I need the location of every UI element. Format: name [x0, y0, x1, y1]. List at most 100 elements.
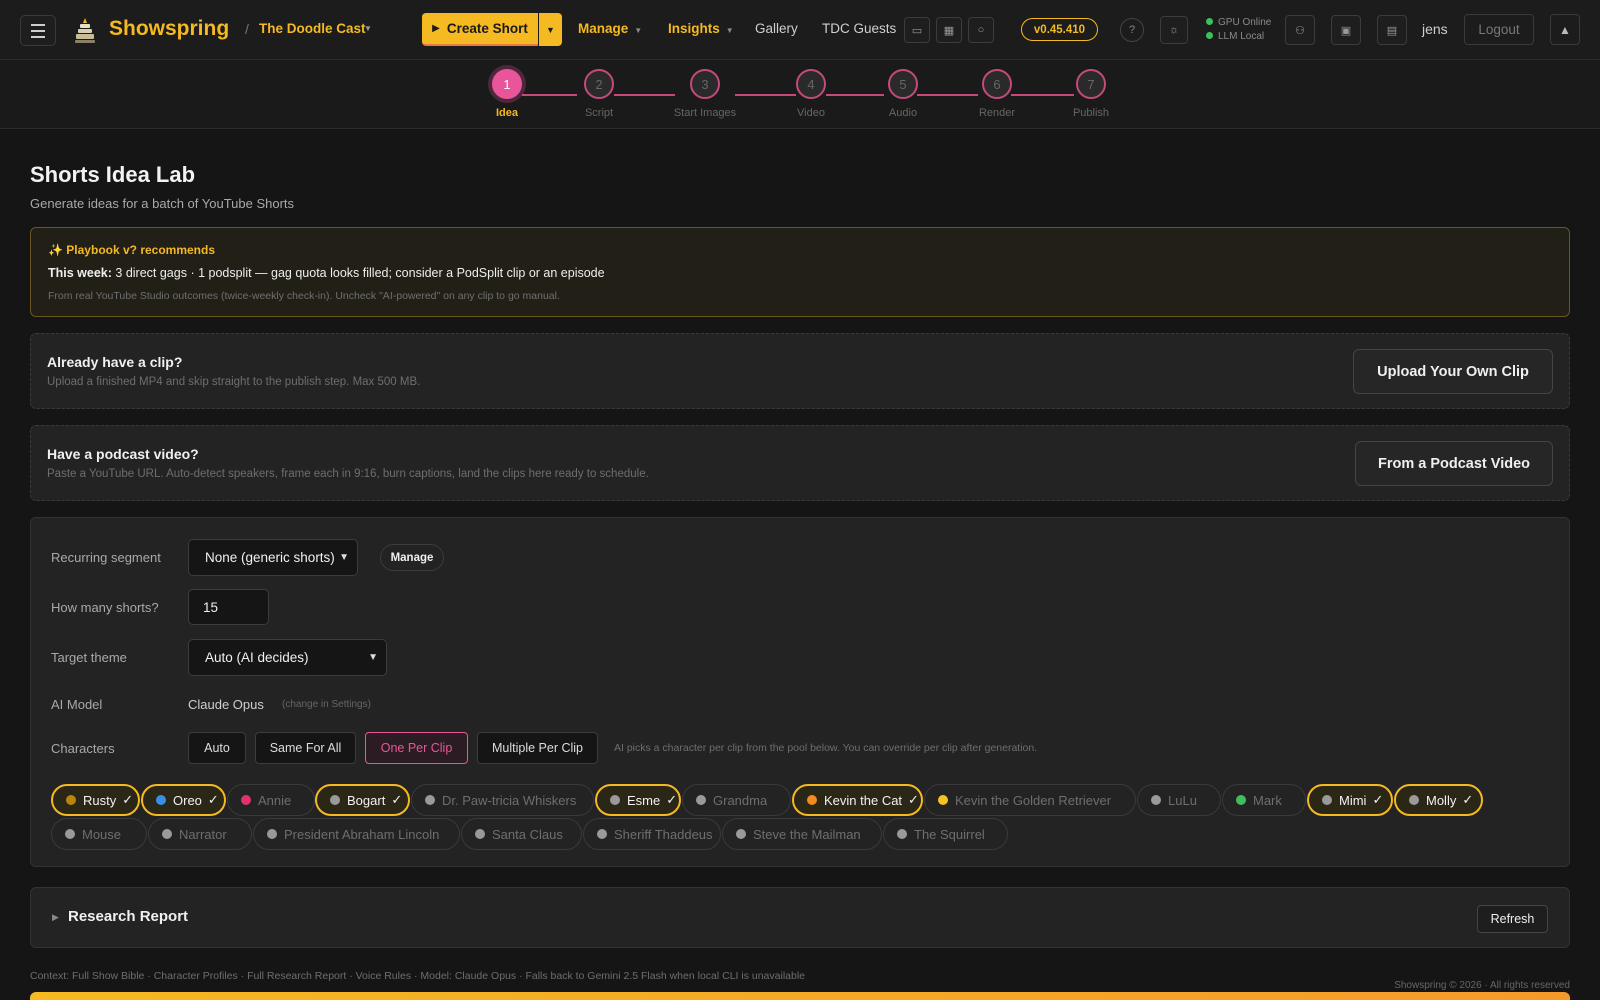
- character-chip[interactable]: Oreo ✓: [141, 784, 226, 816]
- chevron-down-icon: ▼: [368, 652, 378, 663]
- character-color-dot-icon: [736, 829, 746, 839]
- character-name: Oreo: [173, 792, 202, 808]
- character-name: LuLu: [1168, 792, 1197, 808]
- help-icon[interactable]: ?: [1120, 18, 1144, 42]
- character-color-dot-icon: [156, 795, 166, 805]
- ai-model-label: AI Model: [51, 697, 103, 712]
- character-chip[interactable]: Kevin the Cat ✓: [792, 784, 923, 816]
- character-chip[interactable]: President Abraham Lincoln: [253, 818, 460, 850]
- character-chip[interactable]: Annie: [227, 784, 315, 816]
- refresh-button[interactable]: Refresh: [1477, 905, 1548, 933]
- character-chip[interactable]: Dr. Paw-tricia Whiskers: [411, 784, 594, 816]
- collapse-up-icon[interactable]: ▲: [1550, 14, 1580, 45]
- character-chip[interactable]: Mark: [1222, 784, 1306, 816]
- character-chip[interactable]: Narrator: [148, 818, 252, 850]
- segment-select[interactable]: None (generic shorts) ▼: [188, 539, 358, 576]
- check-icon: ✓: [1462, 792, 1474, 807]
- user-name[interactable]: jens: [1422, 21, 1448, 37]
- research-report-title[interactable]: Research Report: [68, 908, 188, 925]
- channel-selector[interactable]: The Doodle Cast: [259, 21, 366, 36]
- video-icon[interactable]: ▭: [904, 17, 930, 43]
- step-connector: [522, 94, 577, 96]
- step-idea[interactable]: 1: [492, 69, 522, 99]
- create-short-button[interactable]: ▶ Create Short: [422, 13, 538, 46]
- mode-hint: AI picks a character per clip from the p…: [614, 742, 1038, 754]
- menu-icon[interactable]: [20, 15, 56, 46]
- character-name: Mouse: [82, 826, 122, 842]
- character-chip[interactable]: Sheriff Thaddeus: [583, 818, 721, 850]
- podcast-video-card: Have a podcast video? Paste a YouTube UR…: [30, 425, 1570, 501]
- step-video[interactable]: 4: [796, 69, 826, 99]
- users-icon[interactable]: ⚇: [1285, 15, 1315, 45]
- count-label: How many shorts?: [51, 600, 159, 615]
- shorts-count-input[interactable]: 15: [188, 589, 269, 625]
- character-chip[interactable]: Kevin the Golden Retriever: [924, 784, 1136, 816]
- theme-toggle-icon[interactable]: ☼: [1160, 16, 1188, 44]
- chat-icon[interactable]: ▤: [1377, 15, 1407, 45]
- character-chip[interactable]: Steve the Mailman: [722, 818, 882, 850]
- step-connector: [735, 94, 796, 96]
- playbook-summary: This week: 3 direct gags · 1 podsplit — …: [48, 266, 605, 280]
- logo-icon: [75, 18, 95, 43]
- change-in-settings-link[interactable]: (change in Settings): [282, 699, 371, 710]
- step-publish[interactable]: 7: [1076, 69, 1106, 99]
- chevron-down-icon[interactable]: ▼: [364, 24, 372, 33]
- manage-segments-button[interactable]: Manage: [380, 544, 444, 571]
- character-name: Rusty: [83, 792, 117, 808]
- sparkle-icon: ✨: [48, 243, 63, 257]
- mode-multiple-per-clip-button[interactable]: Multiple Per Clip: [477, 732, 598, 764]
- chevron-down-icon: ▼: [339, 552, 349, 563]
- step-connector: [917, 94, 978, 96]
- theme-select[interactable]: Auto (AI decides) ▼: [188, 639, 387, 676]
- nav-manage[interactable]: Manage ▼: [578, 21, 642, 36]
- character-chip[interactable]: Mouse: [51, 818, 147, 850]
- status-dot-icon: [1206, 18, 1213, 25]
- step-start-images[interactable]: 3: [690, 69, 720, 99]
- character-chip[interactable]: Mimi ✓: [1307, 784, 1393, 816]
- presentation-icon[interactable]: ▣: [1331, 15, 1361, 45]
- nav-tdc-guests[interactable]: TDC Guests: [822, 21, 896, 36]
- research-report-panel[interactable]: ▶ Research Report Refresh: [30, 887, 1570, 948]
- character-chip[interactable]: Bogart ✓: [315, 784, 410, 816]
- step-label: Audio: [888, 107, 918, 119]
- character-chip[interactable]: Grandma: [682, 784, 791, 816]
- step-render[interactable]: 6: [982, 69, 1012, 99]
- check-icon: ✓: [391, 792, 403, 807]
- idea-form: Recurring segment None (generic shorts) ▼…: [30, 517, 1570, 867]
- settings-icon[interactable]: ○: [968, 17, 994, 43]
- character-chip[interactable]: Esme ✓: [595, 784, 681, 816]
- character-chip[interactable]: Molly ✓: [1394, 784, 1483, 816]
- expand-arrow-icon[interactable]: ▶: [52, 912, 59, 923]
- character-color-dot-icon: [597, 829, 607, 839]
- character-chip[interactable]: LuLu: [1137, 784, 1221, 816]
- step-audio[interactable]: 5: [888, 69, 918, 99]
- status-dot-icon: [1206, 32, 1213, 39]
- logout-button[interactable]: Logout: [1464, 14, 1534, 45]
- mode-auto-button[interactable]: Auto: [188, 732, 246, 764]
- upload-card-title: Already have a clip?: [47, 354, 183, 370]
- nav-insights[interactable]: Insights ▼: [668, 21, 734, 36]
- nav-gallery[interactable]: Gallery: [755, 21, 798, 36]
- brand-name[interactable]: Showspring: [109, 17, 229, 41]
- upload-card-desc: Upload a finished MP4 and skip straight …: [47, 376, 421, 388]
- step-connector: [1011, 94, 1074, 96]
- version-badge[interactable]: v0.45.410: [1021, 18, 1098, 41]
- mode-same-for-all-button[interactable]: Same For All: [255, 732, 356, 764]
- character-color-dot-icon: [425, 795, 435, 805]
- upload-own-clip-button[interactable]: Upload Your Own Clip: [1353, 349, 1553, 394]
- from-podcast-video-button[interactable]: From a Podcast Video: [1355, 441, 1553, 486]
- step-script[interactable]: 2: [584, 69, 614, 99]
- calendar-icon[interactable]: ▦: [936, 17, 962, 43]
- podcast-card-desc: Paste a YouTube URL. Auto-detect speaker…: [47, 468, 649, 480]
- character-chip[interactable]: Rusty ✓: [51, 784, 140, 816]
- character-chip[interactable]: The Squirrel: [883, 818, 1008, 850]
- create-short-dropdown-button[interactable]: ▼: [539, 13, 562, 46]
- character-name: Santa Claus: [492, 826, 563, 842]
- bottom-action-bar[interactable]: [30, 992, 1570, 1000]
- characters-label: Characters: [51, 741, 115, 756]
- character-name: Dr. Paw-tricia Whiskers: [442, 792, 577, 808]
- character-chip[interactable]: Santa Claus: [461, 818, 582, 850]
- step-label: Publish: [1072, 107, 1110, 119]
- mode-one-per-clip-button[interactable]: One Per Clip: [365, 732, 468, 764]
- step-label: Start Images: [673, 107, 737, 119]
